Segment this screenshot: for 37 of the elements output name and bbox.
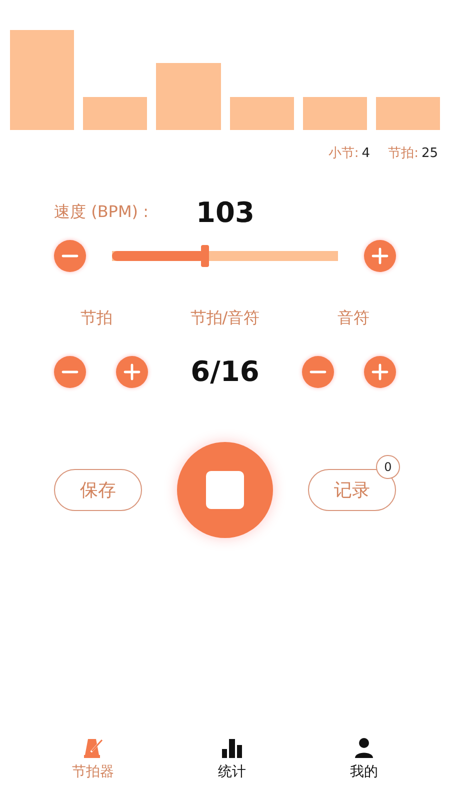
increase-button[interactable] xyxy=(364,356,396,388)
beat-bar xyxy=(230,97,294,130)
metronome-icon xyxy=(82,737,104,759)
save-button[interactable]: 保存 xyxy=(54,469,142,511)
minus-icon xyxy=(61,370,79,374)
counter-value: 25 xyxy=(421,146,438,161)
counter-label: 节拍: xyxy=(388,146,418,161)
decrease-button[interactable] xyxy=(54,356,86,388)
beat-bar xyxy=(302,97,367,130)
nav-tab[interactable]: 我的 xyxy=(344,736,384,794)
plus-icon xyxy=(123,362,141,380)
setting-label: 节拍 xyxy=(79,308,114,329)
plus-icon xyxy=(371,362,389,380)
beat-bar xyxy=(156,63,221,130)
counter-label: 小节: xyxy=(328,146,359,161)
minus-icon xyxy=(309,370,327,374)
increase-button[interactable] xyxy=(364,240,396,272)
beat-bar xyxy=(83,97,148,130)
tempo-value: 103 xyxy=(196,196,254,228)
stop-icon xyxy=(205,470,245,510)
nav-tab[interactable]: 统计 xyxy=(212,736,252,794)
minus-icon xyxy=(61,254,79,258)
person-icon xyxy=(353,737,375,759)
setting-label: 节拍/音符 xyxy=(189,308,261,329)
decrease-button[interactable] xyxy=(302,356,334,388)
beat-bar xyxy=(376,97,440,130)
setting-label: 音符 xyxy=(336,308,371,329)
bar-chart-icon xyxy=(221,737,243,759)
increase-button[interactable] xyxy=(116,356,148,388)
counter-value: 4 xyxy=(362,146,370,161)
slider-thumb[interactable] xyxy=(200,245,209,267)
plus-icon xyxy=(371,247,389,265)
count-badge: 0 xyxy=(376,455,400,479)
decrease-button[interactable] xyxy=(54,240,86,272)
time-signature: 6/16 xyxy=(190,355,260,388)
tempo-label: 速度 (BPM) : xyxy=(54,202,150,222)
nav-tab[interactable]: 节拍器 xyxy=(66,736,120,794)
